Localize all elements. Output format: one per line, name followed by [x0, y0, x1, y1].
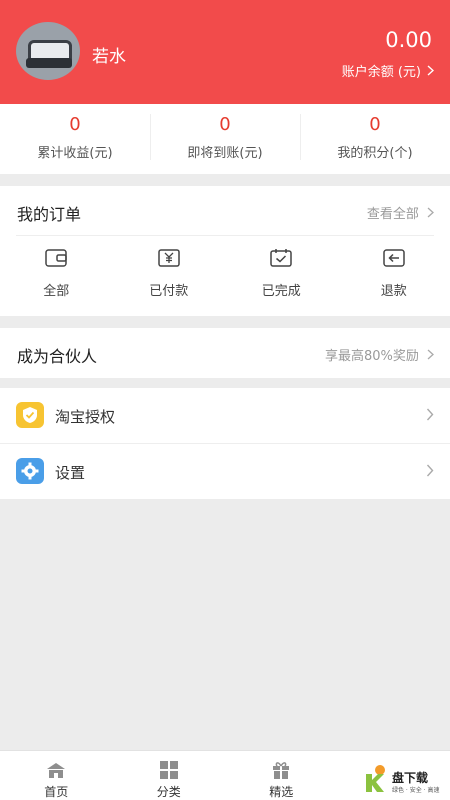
order-tab-label: 已完成 — [261, 284, 301, 299]
order-tab-all[interactable]: 全部 — [0, 248, 113, 299]
stat-total-earnings[interactable]: 0 累计收益(元) — [0, 104, 150, 174]
shield-icon — [16, 402, 44, 428]
stat-label: 即将到账(元) — [187, 146, 263, 161]
orders-title: 我的订单 — [17, 205, 82, 224]
tab-label: 首页 — [44, 785, 69, 799]
view-all-orders-link[interactable]: 查看全部 — [367, 203, 434, 222]
partner-title: 成为合伙人 — [17, 347, 98, 366]
menu-label: 设置 — [55, 464, 86, 482]
tab-label: 精选 — [269, 785, 294, 799]
gear-icon — [16, 458, 44, 484]
watermark-brand: 盘下载 — [392, 771, 429, 785]
order-tab-label: 退款 — [380, 284, 407, 299]
home-icon — [0, 761, 113, 779]
tab-home[interactable]: 首页 — [0, 751, 113, 800]
stat-pending[interactable]: 0 即将到账(元) — [150, 104, 300, 174]
stat-value: 0 — [369, 114, 381, 135]
chevron-right-icon — [426, 406, 434, 425]
become-partner-row[interactable]: 成为合伙人 享最高80%奖励 — [0, 328, 450, 378]
grid-icon — [113, 761, 226, 779]
partner-reward-link: 享最高80%奖励 — [325, 345, 434, 364]
chevron-right-icon — [423, 349, 434, 364]
stat-label: 我的积分(个) — [337, 146, 413, 161]
chevron-right-icon — [423, 207, 434, 222]
order-tab-paid[interactable]: 已付款 — [113, 248, 226, 299]
menu-label: 淘宝授权 — [55, 408, 116, 426]
settings-menu: 淘宝授权 设置 — [0, 388, 450, 499]
gift-icon — [225, 761, 338, 779]
order-tab-label: 已付款 — [149, 284, 189, 299]
order-tab-completed[interactable]: 已完成 — [225, 248, 338, 299]
menu-item-settings[interactable]: 设置 — [0, 443, 450, 498]
watermark-logo: 盘下载 绿色 · 安全 · 高速 — [362, 762, 446, 798]
avatar[interactable] — [16, 22, 80, 80]
completed-icon — [225, 248, 338, 268]
balance-label: 账户余额 (元) — [341, 65, 421, 80]
tab-featured[interactable]: 精选 — [225, 751, 338, 800]
account-balance: 0.00 — [385, 28, 432, 52]
view-all-label: 查看全部 — [366, 207, 419, 222]
stat-points[interactable]: 0 我的积分(个) — [300, 104, 450, 174]
my-orders-section: 我的订单 查看全部 全部 已付款 已完成 退款 — [0, 186, 450, 316]
stat-value: 0 — [69, 114, 81, 135]
watermark-badge-icon — [366, 765, 385, 792]
username: 若水 — [92, 47, 126, 67]
order-tab-label: 全部 — [43, 284, 70, 299]
divider — [16, 235, 434, 236]
chevron-right-icon — [426, 462, 434, 481]
stat-label: 累计收益(元) — [37, 146, 113, 161]
watermark-tagline: 绿色 · 安全 · 高速 — [392, 787, 440, 794]
tab-label: 分类 — [156, 785, 181, 799]
order-tab-refund[interactable]: 退款 — [338, 248, 450, 299]
stat-value: 0 — [219, 114, 231, 135]
earnings-stats: 0 累计收益(元) 0 即将到账(元) 0 我的积分(个) — [0, 104, 450, 174]
refund-icon — [338, 248, 450, 268]
profile-header: 若水 0.00 账户余额 (元) — [0, 0, 450, 104]
partner-reward-label: 享最高80%奖励 — [324, 349, 419, 364]
paid-icon — [113, 248, 226, 268]
chevron-right-icon — [427, 65, 435, 80]
menu-item-taobao-auth[interactable]: 淘宝授权 — [0, 388, 450, 443]
wallet-icon — [0, 248, 113, 268]
tab-category[interactable]: 分类 — [113, 751, 226, 800]
balance-link[interactable]: 账户余额 (元) — [341, 61, 435, 80]
